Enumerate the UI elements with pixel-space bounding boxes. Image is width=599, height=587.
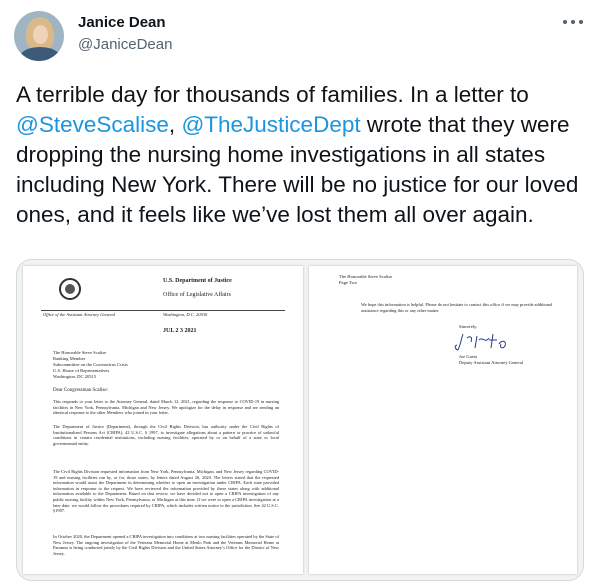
salutation: Dear Congressman Scalise: [53, 388, 108, 393]
page-two-header: The Honorable Steve Scalise Page Two [339, 274, 393, 285]
signer-name: Joe Gaeta Deputy Assistant Attorney Gene… [459, 354, 524, 365]
author-handle[interactable]: @JaniceDean [78, 36, 172, 53]
avatar[interactable] [14, 11, 64, 61]
letterhead-location: Washington, D.C. 20530 [163, 312, 208, 317]
letterhead-office: Office of Legislative Affairs [163, 292, 231, 298]
tweet-text-part-2: , [168, 112, 182, 137]
mention-justice-dept[interactable]: @TheJusticeDept [181, 112, 360, 137]
letter-images[interactable]: U.S. Department of Justice Office of Leg… [16, 259, 584, 581]
recipient-address: The Honorable Steve Scalise Ranking Memb… [53, 350, 128, 379]
letterhead-department: U.S. Department of Justice [163, 278, 232, 284]
letter-paragraph: We hope this information is helpful. Ple… [361, 302, 553, 313]
letter-page-two[interactable]: The Honorable Steve Scalise Page Two We … [309, 266, 577, 574]
handwritten-signature [454, 333, 506, 351]
more-options-icon[interactable] [560, 12, 586, 32]
tweet-text: A terrible day for thousands of families… [16, 80, 586, 230]
doj-seal-icon [59, 278, 81, 300]
letterhead-sender-office: Office of the Assistant Attorney General [43, 312, 115, 317]
closing: Sincerely, [459, 324, 478, 329]
tweet: Janice Dean @JaniceDean A terrible day f… [0, 0, 599, 587]
author-name[interactable]: Janice Dean [78, 14, 166, 31]
mention-steve-scalise[interactable]: @SteveScalise [16, 112, 169, 137]
letter-paragraph: In October 2020, the Department opened a… [53, 534, 279, 556]
letter-paragraph: The Department of Justice (Department), … [53, 424, 279, 446]
tweet-text-part-1: A terrible day for thousands of families… [16, 82, 529, 107]
letter-paragraph: This responds to your letter to the Atto… [53, 399, 279, 416]
letter-paragraph: The Civil Rights Division requested info… [53, 469, 279, 514]
letterhead-divider [41, 310, 285, 311]
letter-page-one[interactable]: U.S. Department of Justice Office of Leg… [23, 266, 303, 574]
letter-date: JUL 2 3 2021 [163, 328, 197, 334]
